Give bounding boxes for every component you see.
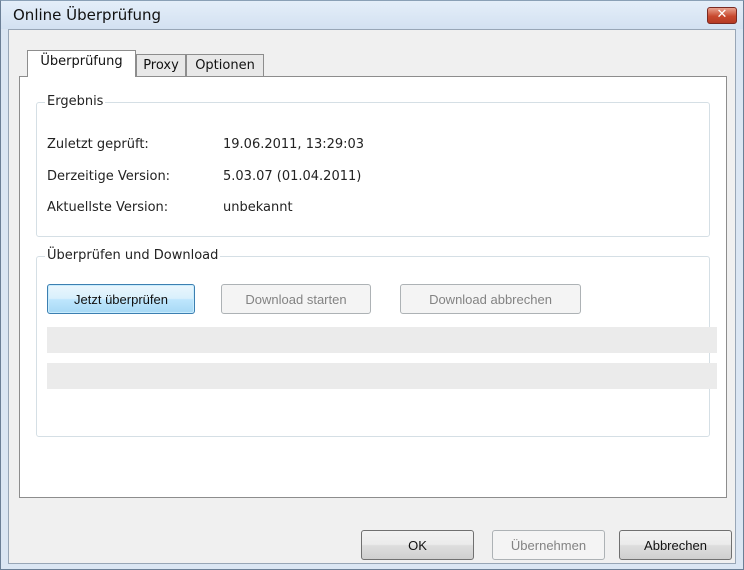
window-title: Online Überprüfung	[13, 6, 162, 24]
close-button[interactable]: ✕	[707, 7, 737, 24]
dialog-client-area: Überprüfung Proxy Optionen Ergebnis Zule…	[8, 29, 736, 564]
current-version-value: 5.03.07 (01.04.2011)	[223, 169, 362, 184]
start-download-button[interactable]: Download starten	[221, 284, 371, 314]
tab-proxy[interactable]: Proxy	[136, 54, 186, 76]
dialog-window: Online Überprüfung ✕ Überprüfung Proxy O…	[0, 0, 744, 570]
cancel-button[interactable]: Abbrechen	[619, 530, 732, 560]
ok-button[interactable]: OK	[361, 530, 474, 560]
progress-bar-2	[47, 363, 717, 389]
dialog-footer: OK Übernehmen Abbrechen	[9, 504, 735, 563]
last-checked-label: Zuletzt geprüft:	[47, 137, 149, 152]
tab-optionen[interactable]: Optionen	[186, 54, 264, 76]
check-now-button[interactable]: Jetzt überprüfen	[47, 284, 195, 314]
progress-bar-1	[47, 327, 717, 353]
download-group: Überprüfen und Download Jetzt überprüfen…	[36, 248, 717, 437]
cancel-download-button[interactable]: Download abbrechen	[400, 284, 581, 314]
latest-version-label: Aktuellste Version:	[47, 200, 169, 215]
ergebnis-legend: Ergebnis	[45, 94, 106, 109]
apply-button[interactable]: Übernehmen	[492, 530, 605, 560]
download-legend: Überprüfen und Download	[45, 248, 221, 263]
last-checked-value: 19.06.2011, 13:29:03	[223, 137, 365, 152]
ergebnis-group: Ergebnis Zuletzt geprüft: 19.06.2011, 13…	[36, 94, 710, 237]
tab-panel: Ergebnis Zuletzt geprüft: 19.06.2011, 13…	[19, 76, 727, 498]
latest-version-value: unbekannt	[223, 200, 293, 215]
current-version-label: Derzeitige Version:	[47, 169, 171, 184]
title-bar[interactable]: Online Überprüfung ✕	[1, 1, 743, 29]
tab-ueberpruefung[interactable]: Überprüfung	[27, 50, 136, 77]
close-icon: ✕	[716, 7, 728, 22]
